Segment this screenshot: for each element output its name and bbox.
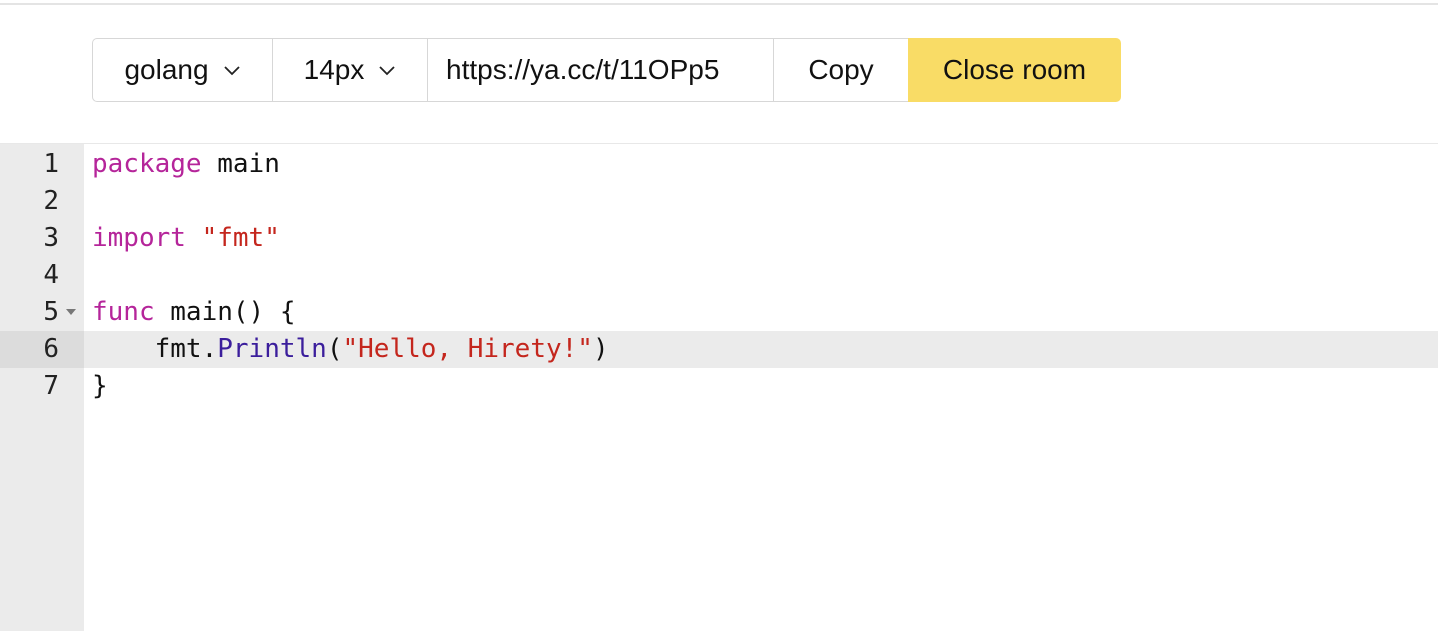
font-size-select[interactable]: 14px: [272, 38, 427, 102]
code-editor[interactable]: 1 package main 2 3 import "fmt" 4 5 func…: [0, 143, 1438, 631]
keyword-token: package: [92, 149, 202, 179]
font-size-select-value: 14px: [303, 54, 365, 85]
code-line[interactable]: 1 package main: [0, 146, 1438, 183]
copy-button[interactable]: Copy: [773, 38, 908, 102]
code-text: import "fmt": [92, 220, 280, 257]
code-line[interactable]: 5 func main() {: [0, 294, 1438, 331]
line-number: 7: [43, 371, 59, 401]
code-line[interactable]: 7 }: [0, 368, 1438, 405]
fold-arrow-icon[interactable]: [66, 309, 76, 315]
code-token: main() {: [154, 297, 296, 327]
code-token: (: [326, 334, 343, 364]
top-divider: [0, 3, 1438, 5]
code-token: fmt.: [154, 334, 218, 364]
close-room-button[interactable]: Close room: [908, 38, 1121, 102]
language-select-value: golang: [124, 54, 209, 85]
line-number: 2: [43, 186, 59, 216]
toolbar: golang 14px https://ya.cc/t/11OPp5 Copy …: [92, 38, 1121, 102]
language-select[interactable]: golang: [92, 38, 272, 102]
string-token: "Hello, Hirety!": [342, 334, 593, 364]
room-url-field[interactable]: https://ya.cc/t/11OPp5: [427, 38, 773, 102]
close-room-button-label: Close room: [942, 54, 1087, 85]
code-text: package main: [92, 146, 280, 183]
keyword-token: import: [92, 223, 186, 253]
code-text: }: [92, 368, 108, 405]
line-number: 1: [43, 149, 59, 179]
code-text: func main() {: [92, 294, 296, 331]
keyword-token: func: [92, 297, 155, 327]
code-text: fmt.Println("Hello, Hirety!"): [92, 331, 609, 368]
indent-token: [92, 334, 155, 364]
room-url-value: https://ya.cc/t/11OPp5: [446, 54, 720, 85]
chevron-down-icon: [223, 66, 240, 76]
code-token: main: [201, 149, 280, 179]
line-number: 4: [43, 260, 59, 290]
code-line-active[interactable]: 6 fmt.Println("Hello, Hirety!"): [0, 331, 1438, 368]
chevron-down-icon: [379, 66, 395, 76]
line-number: 3: [43, 223, 59, 253]
copy-button-label: Copy: [808, 54, 874, 85]
code-line[interactable]: 3 import "fmt": [0, 220, 1438, 257]
code-line[interactable]: 4: [0, 257, 1438, 294]
code-token: }: [92, 371, 108, 401]
line-number: 6: [0, 331, 84, 368]
code-line[interactable]: 2: [0, 183, 1438, 220]
string-token: "fmt": [201, 223, 280, 253]
code-token: ): [592, 334, 609, 364]
function-token: Println: [217, 334, 327, 364]
